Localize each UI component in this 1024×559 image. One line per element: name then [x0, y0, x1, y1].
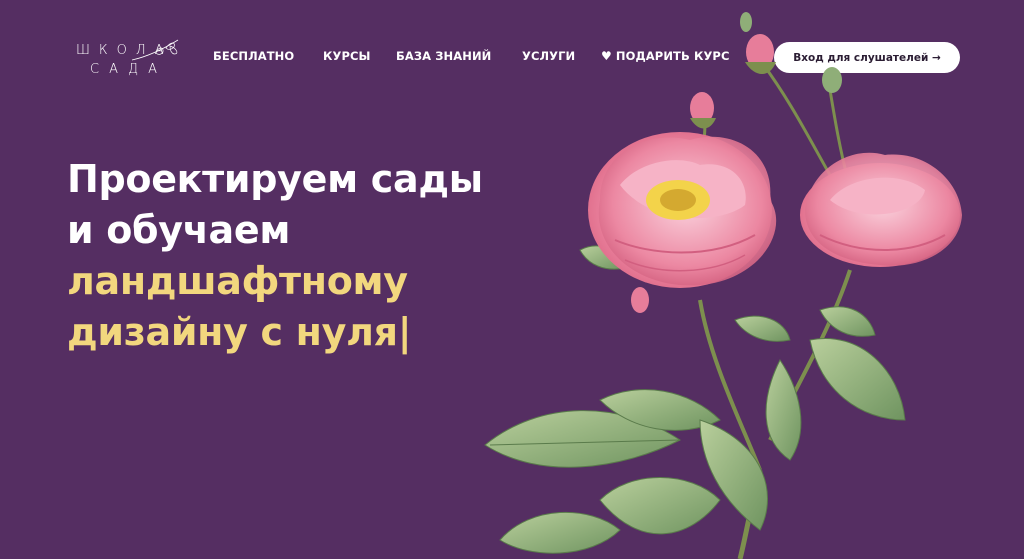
page: ШКОЛА САДА БЕСПЛАТНО КУРСЫ БАЗА ЗНАНИЙ У…: [0, 0, 1024, 559]
nav-item-free[interactable]: БЕСПЛАТНО: [213, 49, 294, 63]
logo-line-2: САДА: [90, 62, 167, 77]
logo[interactable]: ШКОЛА САДА: [70, 38, 190, 84]
logo-line-1: ШКОЛА: [76, 43, 173, 58]
nav-item-courses[interactable]: КУРСЫ: [323, 49, 371, 63]
rose-illustration: [484, 12, 962, 559]
